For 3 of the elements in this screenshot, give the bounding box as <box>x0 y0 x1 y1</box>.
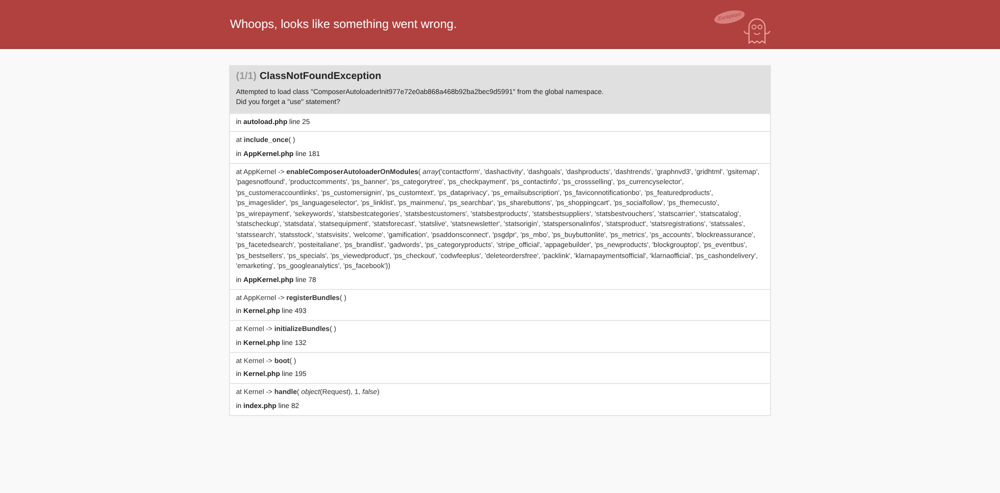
exception-counter: (1/1) <box>236 71 257 82</box>
error-heading: Whoops, looks like something went wrong. <box>230 17 457 31</box>
exception-name: ClassNotFoundException <box>260 71 382 82</box>
